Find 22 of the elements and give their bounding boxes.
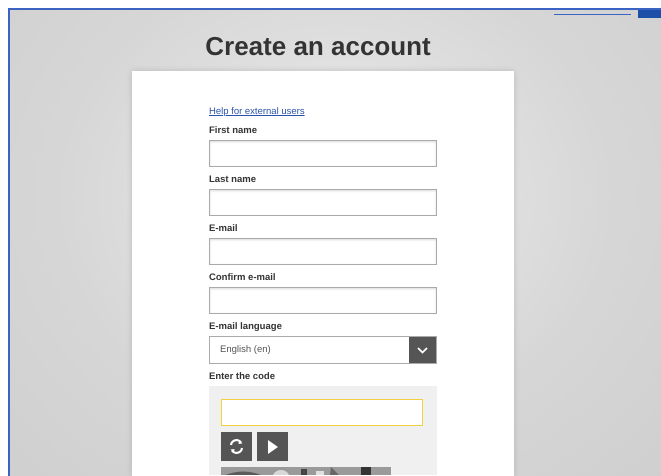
refresh-button[interactable] — [221, 432, 252, 462]
field-label: Confirm e-mail — [209, 272, 277, 284]
chevron-down-icon — [417, 346, 428, 354]
help-link[interactable]: Help for external users — [209, 105, 305, 120]
play-button[interactable] — [257, 432, 288, 462]
field-label: E-mail language — [209, 321, 283, 334]
code-field[interactable] — [221, 399, 423, 426]
dropdown-button[interactable] — [409, 337, 436, 364]
text-field[interactable] — [209, 287, 437, 314]
tab-marker — [638, 10, 661, 18]
play-icon — [266, 438, 278, 455]
text-field[interactable] — [209, 140, 437, 168]
text-field[interactable] — [209, 189, 437, 216]
refresh-icon — [228, 438, 245, 456]
text-field[interactable] — [209, 238, 437, 266]
language-select[interactable]: English (en) — [209, 336, 437, 364]
field-label: First name — [209, 125, 258, 138]
field-label: E-mail — [209, 223, 239, 236]
field-label: Last name — [209, 174, 257, 186]
page-title: Create an account — [205, 31, 431, 61]
select-value: English (en) — [219, 343, 272, 358]
field-label: Enter the code — [209, 371, 276, 384]
